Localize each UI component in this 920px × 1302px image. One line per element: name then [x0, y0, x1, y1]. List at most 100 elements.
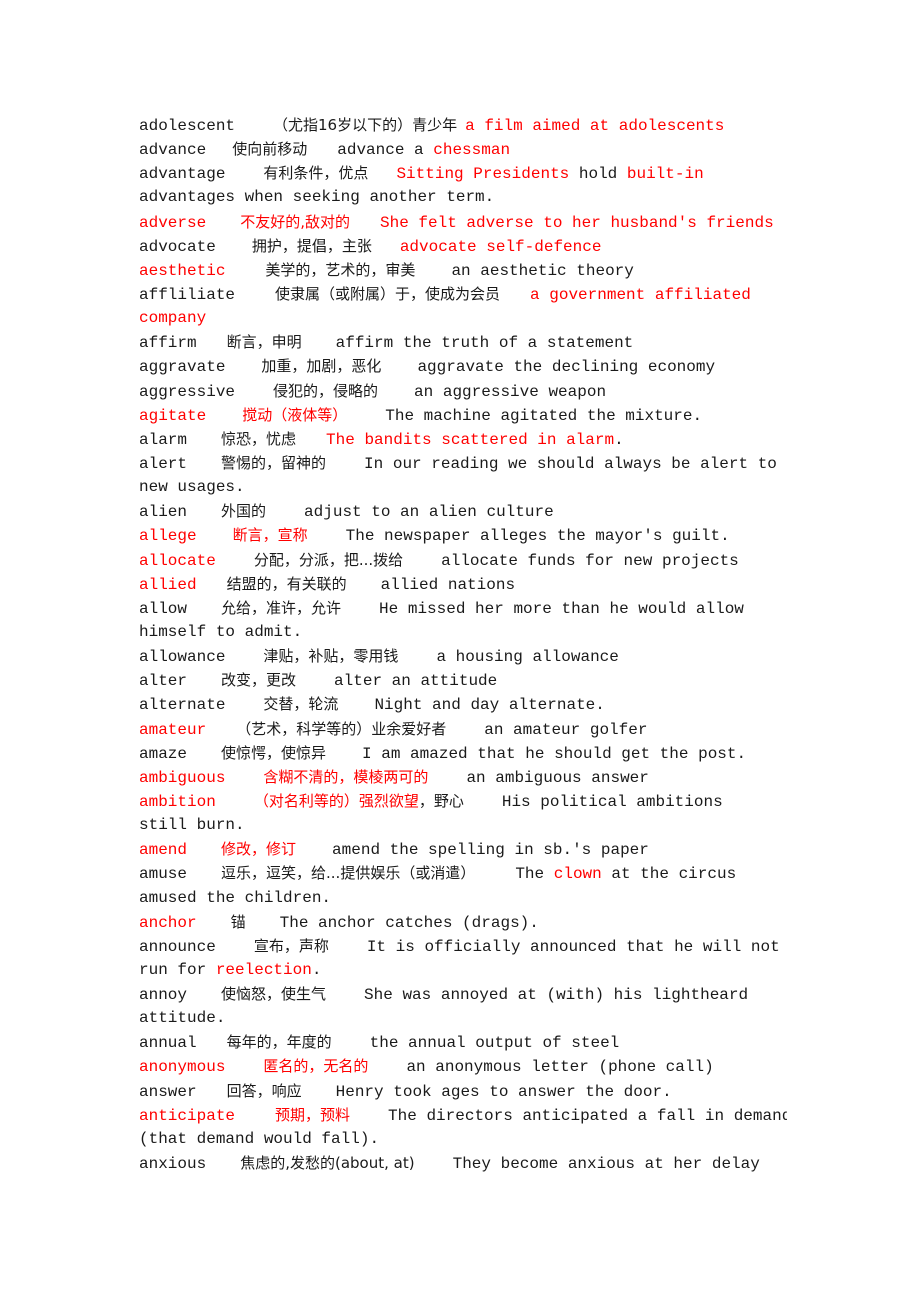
headword: answer — [139, 1082, 197, 1101]
example-text: chessman — [433, 141, 511, 160]
text-line: amateur （艺术，科学等的）业余爱好者 an amateur golfer — [139, 717, 787, 741]
headword: anxious — [139, 1155, 207, 1174]
text-line: agitate 搅动（液体等） The machine agitated the m… — [139, 403, 787, 427]
headword: agitate — [139, 406, 207, 425]
example-text: I am amazed that he should get the post. — [362, 744, 747, 763]
definition-text: 使恼怒，使生气 — [221, 985, 327, 1004]
example-text: affirm the truth of a statement — [335, 334, 634, 353]
text-line: amuse 逗乐，逗笑，给...提供娱乐（或消遣） The clown at the… — [139, 861, 787, 885]
text-line: amused the children. — [139, 886, 787, 910]
definition-text: 有利条件，优点 — [263, 164, 369, 183]
definition-text: 结盟的，有关联的 — [226, 574, 347, 593]
example-text: He missed her more than he would allow — [379, 599, 744, 618]
text-line: allow 允给，准许，允许 He missed her more than he … — [139, 596, 787, 620]
text-line: aggressive 侵犯的，侵略的 an aggressive weapon — [139, 379, 787, 403]
example-text: an ambiguous answer — [466, 768, 649, 787]
headword: allowance — [139, 648, 226, 667]
headword: amateur — [139, 720, 207, 739]
example-text: allocate funds for new projects — [441, 551, 739, 570]
text-line: (that demand would fall). — [139, 1127, 787, 1151]
headword: allocate — [139, 551, 216, 570]
text-line: anticipate 预期，预料 The directors anticipated… — [139, 1103, 787, 1127]
text-line: attitude. — [139, 1006, 787, 1030]
headword: affliliate — [139, 285, 236, 304]
headword: amuse — [139, 865, 188, 884]
text-line: announce 宣布，声称 It is officially announced … — [139, 934, 787, 958]
text-line: aggravate 加重，加剧，恶化 aggravate the declining… — [139, 354, 787, 378]
text-line: affliliate 使隶属（或附属）于，使成为会员 a government af… — [139, 282, 787, 306]
example-text: She felt adverse to her husband's friend… — [380, 213, 774, 232]
headword: alarm — [139, 430, 188, 449]
definition-text: ，野心 — [418, 791, 464, 810]
headword: run for — [139, 960, 216, 979]
text-line: ambition （对名利等的）强烈欲望，野心 His political ambi… — [139, 789, 787, 813]
headword: (that demand would fall). — [139, 1129, 380, 1148]
headword: allege — [139, 527, 197, 546]
example-text: The directors anticipated a fall in dema… — [388, 1106, 787, 1125]
definition-text: 外国的 — [221, 502, 267, 521]
headword: aesthetic — [139, 261, 226, 280]
example-text: hold — [569, 165, 627, 184]
text-line: allege 断言，宣称 The newspaper alleges the may… — [139, 523, 787, 547]
example-text: advocate self-defence — [399, 237, 602, 256]
definition-text: 断言，宣称 — [232, 526, 308, 545]
example-text: at the circus — [601, 865, 737, 884]
headword: anticipate — [139, 1106, 236, 1125]
headword: amend — [139, 841, 188, 860]
vocabulary-document: adolescent （尤指16岁以下的）青少年 a film aimed at a… — [139, 113, 787, 1175]
definition-text: 交替，轮流 — [263, 695, 339, 714]
example-text: allied nations — [380, 575, 516, 594]
definition-text: 预期，预料 — [275, 1105, 351, 1124]
text-line: allowance 津贴，补贴，零用钱 a housing allowance — [139, 644, 787, 668]
headword: himself to admit. — [139, 622, 303, 641]
example-text: advance a — [337, 141, 434, 160]
headword: allied — [139, 575, 197, 594]
example-text: adjust to an alien culture — [304, 503, 554, 522]
headword: new usages. — [139, 478, 245, 497]
example-text: The bandits scattered in alarm — [326, 430, 615, 449]
definition-text: 含糊不清的，模棱两可的 — [263, 767, 429, 786]
text-line: aesthetic 美学的，艺术的，审美 an aesthetic theory — [139, 258, 787, 282]
definition-text: 使惊愕，使惊异 — [221, 743, 327, 762]
definition-text: 侵犯的，侵略的 — [273, 381, 379, 400]
example-text: It is officially announced that he will … — [366, 937, 780, 956]
text-line: company — [139, 306, 787, 330]
definition-text: 允给，准许，允许 — [221, 598, 342, 617]
example-text: an anonymous letter (phone call) — [406, 1058, 714, 1077]
definition-text: 津贴，补贴，零用钱 — [263, 647, 399, 666]
text-line: advance 使向前移动 advance a chessman — [139, 137, 787, 161]
text-line: anxious 焦虑的,发愁的(about, at) They become anx… — [139, 1151, 787, 1175]
headword: amaze — [139, 744, 188, 763]
definition-text: 使隶属（或附属）于，使成为会员 — [275, 284, 501, 303]
example-text: She was annoyed at (with) his lightheard — [364, 986, 749, 1005]
example-text: built-in — [626, 165, 704, 184]
definition-text: 不友好的,敌对的 — [240, 212, 350, 231]
headword: adverse — [139, 213, 207, 232]
headword: amused the children. — [139, 888, 332, 907]
text-line: advocate 拥护，提倡，主张 advocate self-defence — [139, 234, 787, 258]
definition-text: 焦虑的,发愁的(about, at) — [240, 1154, 415, 1173]
text-line: run for reelection. — [139, 958, 787, 982]
definition-text: 警惕的，留神的 — [221, 453, 327, 472]
text-line: allocate 分配，分派，把...拨给 allocate funds for n… — [139, 548, 787, 572]
definition-text: 宣布，声称 — [253, 936, 329, 955]
definition-text: （对名利等的）强烈欲望 — [253, 791, 419, 810]
headword: advocate — [139, 237, 216, 256]
example-text: . — [614, 430, 624, 449]
text-line: annual 每年的，年度的 the annual output of steel — [139, 1030, 787, 1054]
definition-text: 改变，更改 — [221, 671, 297, 690]
headword: advantage — [139, 165, 226, 184]
example-text: the annual output of steel — [369, 1034, 620, 1053]
definition-text: 修改，修订 — [221, 840, 297, 859]
headword: advance — [139, 141, 207, 160]
text-line: ambiguous 含糊不清的，模棱两可的 an ambiguous answer — [139, 765, 787, 789]
text-line: alert 警惕的，留神的 In our reading we should alw… — [139, 451, 787, 475]
example-text: a government affiliated — [530, 285, 751, 304]
definition-text: 每年的，年度的 — [226, 1033, 332, 1052]
example-text: alter an attitude — [334, 672, 498, 691]
example-text: The — [515, 865, 554, 884]
example-text: clown — [553, 865, 602, 884]
text-line: annoy 使恼怒，使生气 She was annoyed at (with) hi… — [139, 982, 787, 1006]
headword: company — [139, 309, 207, 328]
text-line: new usages. — [139, 475, 787, 499]
